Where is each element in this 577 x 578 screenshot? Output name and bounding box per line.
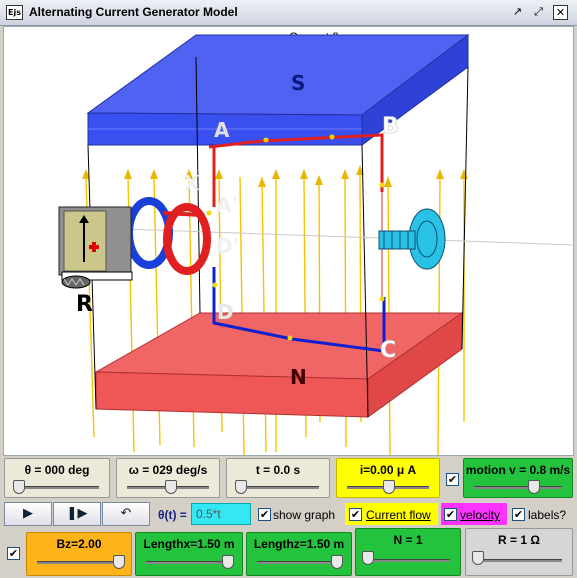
resistance-slider[interactable]: R = 1 Ω (465, 528, 573, 576)
axle-line (123, 228, 575, 246)
step-icon: ❚▶ (66, 506, 88, 521)
top-magnet (86, 33, 470, 146)
length-x-slider-label: Lengthx=1.50 m (143, 537, 235, 551)
length-z-thumb[interactable] (331, 555, 343, 569)
label-b: B (382, 114, 399, 139)
theta-fn-label: θ(t) = (158, 508, 187, 522)
resistor (61, 275, 91, 289)
window-title: Alternating Current Generator Model (29, 5, 238, 19)
current-thumb[interactable] (383, 480, 395, 494)
bz-slider-label: Bz=2.00 (56, 537, 102, 551)
length-x-slider[interactable]: Lengthx=1.50 m (135, 532, 243, 576)
current-slider-label: i=0.00 μ A (359, 463, 417, 477)
time-slider-label: t = 0.0 s (255, 463, 301, 477)
slip-rings (125, 197, 211, 275)
motion-checkbox[interactable]: ✔ (446, 473, 459, 486)
resistance-slider-label: R = 1 Ω (498, 533, 540, 547)
current-flow-label: Current flow (366, 508, 431, 522)
label-x: X (184, 171, 200, 195)
label-a-prime: A' (216, 193, 238, 217)
theta-track[interactable] (15, 486, 99, 489)
resistance-track[interactable] (476, 559, 562, 562)
reset-button[interactable]: ↶ (102, 502, 150, 526)
motion-slider-label: motion v = 0.8 m/s (465, 463, 571, 477)
resistance-thumb[interactable] (472, 551, 484, 565)
length-z-slider[interactable]: Lengthz=1.50 m (246, 532, 352, 576)
bz-track[interactable] (37, 561, 121, 564)
length-z-track[interactable] (257, 561, 341, 564)
omega-thumb[interactable] (165, 480, 177, 494)
bz-slider[interactable]: Bz=2.00 (26, 532, 132, 576)
theta-thumb[interactable] (13, 480, 25, 494)
time-slider[interactable]: t = 0.0 s (226, 458, 330, 498)
motion-thumb[interactable] (528, 480, 540, 494)
play-button[interactable]: ▶ (4, 502, 52, 526)
minimize-icon[interactable]: ↗ (510, 5, 525, 20)
current-slider[interactable]: i=0.00 μ A (336, 458, 440, 498)
north-pole-label: N (290, 365, 307, 389)
label-c: C (380, 338, 396, 363)
theta-slider[interactable]: θ = 000 deg (4, 458, 110, 498)
labels-label: labels? (528, 508, 567, 522)
resistor-label: R (76, 292, 93, 317)
bz-checkbox[interactable]: ✔ (7, 547, 20, 560)
length-x-thumb[interactable] (222, 555, 234, 569)
reset-icon: ↶ (120, 506, 132, 521)
bottom-magnet (94, 312, 464, 418)
bz-thumb[interactable] (113, 555, 125, 569)
n-thumb[interactable] (362, 551, 374, 565)
theta-fn-input[interactable]: 0.5*t (191, 503, 251, 525)
south-pole-label: S (291, 71, 305, 95)
show-graph-label: show graph (273, 508, 336, 522)
length-x-track[interactable] (146, 561, 232, 564)
generator-scene[interactable]: S N R A B C D A' D' X (4, 27, 575, 457)
label-d-prime: D' (216, 234, 239, 258)
motion-slider[interactable]: motion v = 0.8 m/s (463, 458, 573, 498)
velocity-label: velocity (460, 508, 501, 522)
motion-track[interactable] (474, 486, 562, 489)
length-z-slider-label: Lengthz=1.50 m (253, 537, 345, 551)
app-icon: Ejs (6, 5, 23, 20)
omega-slider-label: ω = 029 deg/s (128, 463, 208, 477)
time-track[interactable] (237, 486, 319, 489)
close-icon[interactable]: ✕ (553, 5, 568, 20)
simulation-view[interactable]: Current flow (3, 26, 575, 457)
labels-checkbox[interactable]: ✔ (512, 508, 525, 521)
galvanometer (58, 206, 133, 281)
theta-slider-label: θ = 000 deg (24, 463, 90, 477)
label-d: D (217, 300, 234, 324)
time-thumb[interactable] (235, 480, 247, 494)
step-button[interactable]: ❚▶ (53, 502, 101, 526)
n-slider[interactable]: N = 1 (355, 528, 461, 576)
n-track[interactable] (366, 559, 450, 562)
play-icon: ▶ (23, 506, 33, 521)
label-a: A (214, 118, 230, 142)
n-slider-label: N = 1 (393, 533, 423, 547)
title-bar: Ejs Alternating Current Generator Model … (0, 0, 577, 26)
maximize-icon[interactable]: ⤢ (531, 5, 546, 20)
show-graph-checkbox[interactable]: ✔ (258, 508, 271, 521)
omega-slider[interactable]: ω = 029 deg/s (116, 458, 220, 498)
field-arrowheads (82, 165, 468, 187)
current-flow-checkbox[interactable]: ✔ (349, 508, 362, 521)
velocity-checkbox[interactable]: ✔ (444, 508, 457, 521)
